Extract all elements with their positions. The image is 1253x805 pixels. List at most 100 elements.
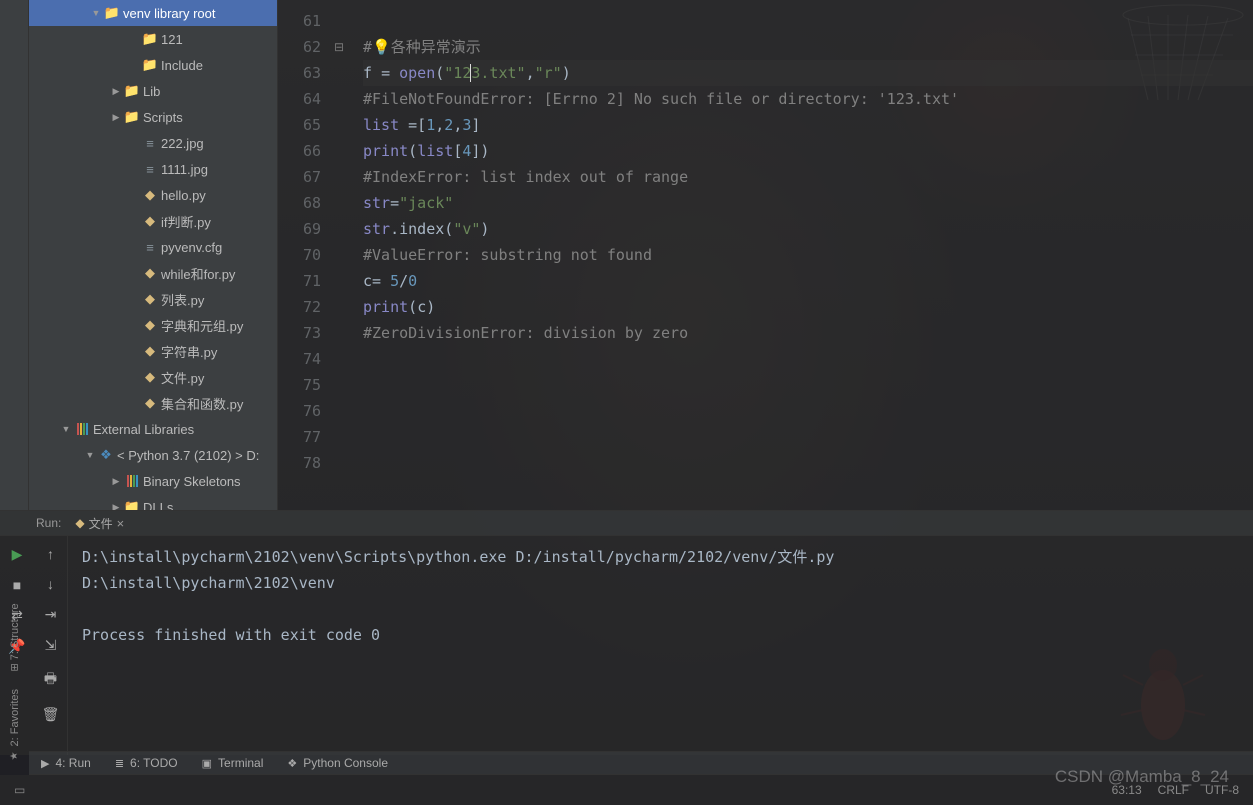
- tree-item-label: Binary Skeletons: [141, 474, 241, 489]
- project-tree[interactable]: ▼📁venv library root📁121📁Include▶📁Lib▶📁Sc…: [29, 0, 278, 510]
- tree-item[interactable]: ◆文件.py: [29, 364, 277, 390]
- tree-item-label: venv library root: [121, 6, 215, 21]
- tree-item[interactable]: ◆集合和函数.py: [29, 390, 277, 416]
- run-tab[interactable]: ◆ 文件 ×: [69, 513, 130, 534]
- tree-item[interactable]: ▶📁Scripts: [29, 104, 277, 130]
- python-file-icon: ◆: [75, 516, 84, 530]
- file-encoding[interactable]: UTF-8: [1205, 783, 1239, 797]
- wrap-icon[interactable]: ⇥: [45, 606, 57, 623]
- folder-icon: 📁: [123, 109, 141, 125]
- stop-icon[interactable]: ■: [13, 577, 21, 593]
- folder-icon: 📁: [123, 83, 141, 99]
- intention-bulb-icon[interactable]: 💡: [372, 38, 391, 56]
- tree-item-label: Include: [159, 58, 203, 73]
- tree-item-label: 121: [159, 32, 183, 47]
- expand-arrow-icon[interactable]: ▼: [89, 8, 103, 18]
- tree-item[interactable]: ▶📁DLLs: [29, 494, 277, 510]
- fold-gutter[interactable]: ⊟: [333, 0, 363, 510]
- tree-item-label: pyvenv.cfg: [159, 240, 222, 255]
- close-icon[interactable]: ×: [117, 516, 125, 531]
- up-icon[interactable]: ↑: [47, 546, 54, 562]
- print-icon[interactable]: 🖶: [44, 668, 57, 692]
- folder-icon: 📁: [123, 499, 141, 510]
- file-icon: ≡: [141, 240, 159, 255]
- run-tool-window: Run: ◆ 文件 × ▶ ■ ⇄ 📌 ↑ ↓ ⇥ ⇲ 🖶 🗑 D:\insta…: [0, 510, 1253, 755]
- tree-item[interactable]: ◆while和for.py: [29, 260, 277, 286]
- todo-tab-button[interactable]: ≣ 6: TODO: [115, 756, 178, 770]
- tree-item[interactable]: 📁Include: [29, 52, 277, 78]
- tree-item[interactable]: ◆hello.py: [29, 182, 277, 208]
- expand-arrow-icon[interactable]: ▼: [83, 450, 97, 460]
- tree-item[interactable]: ▼❖< Python 3.7 (2102) > D:: [29, 442, 277, 468]
- star-icon: ★: [9, 750, 20, 761]
- left-gutter-sidebar: [0, 0, 29, 510]
- python-file-icon: ◆: [141, 291, 159, 307]
- tree-item-label: 222.jpg: [159, 136, 204, 151]
- expand-arrow-icon[interactable]: ▼: [59, 424, 73, 434]
- tree-item[interactable]: ▼📁venv library root: [29, 0, 277, 26]
- fold-start-icon[interactable]: ⊟: [333, 34, 345, 60]
- expand-arrow-icon[interactable]: ▶: [109, 86, 123, 97]
- down-icon[interactable]: ↓: [47, 576, 54, 592]
- tree-item-label: while和for.py: [159, 264, 235, 283]
- bottom-tool-tabs: ▶ 4: Run ≣ 6: TODO ▣ Terminal ❖ Python C…: [29, 751, 1253, 775]
- folder-icon: 📁: [103, 5, 121, 21]
- tree-item-label: Lib: [141, 84, 160, 99]
- file-icon: ≡: [141, 136, 159, 151]
- tree-item[interactable]: ◆if判断.py: [29, 208, 277, 234]
- tree-item[interactable]: ◆列表.py: [29, 286, 277, 312]
- tree-item[interactable]: ◆字符串.py: [29, 338, 277, 364]
- tree-item-label: 列表.py: [159, 290, 204, 309]
- tree-item-label: if判断.py: [159, 212, 211, 231]
- tree-item-label: 字典和元组.py: [159, 316, 243, 335]
- tree-item-label: 文件.py: [159, 368, 204, 387]
- console-output[interactable]: D:\install\pycharm\2102\venv\Scripts\pyt…: [68, 536, 1253, 755]
- tree-item[interactable]: ▶📁Lib: [29, 78, 277, 104]
- run-title: Run:: [36, 516, 61, 530]
- code-content[interactable]: #💡各种异常演示f = open("123.txt","r")#FileNotF…: [363, 0, 1253, 510]
- python-file-icon: ◆: [141, 369, 159, 385]
- line-number-gutter: 616263646566676869707172737475767778: [278, 0, 333, 510]
- expand-arrow-icon[interactable]: ▶: [109, 112, 123, 123]
- list-icon: ≣: [115, 757, 124, 770]
- terminal-tab-button[interactable]: ▣ Terminal: [202, 756, 264, 770]
- expand-arrow-icon[interactable]: ▶: [109, 502, 123, 511]
- rerun-icon[interactable]: ▶: [12, 546, 23, 563]
- tree-item[interactable]: ≡1111.jpg: [29, 156, 277, 182]
- tree-item[interactable]: 📁121: [29, 26, 277, 52]
- trash-icon[interactable]: 🗑: [42, 706, 60, 723]
- tree-item-label: 字符串.py: [159, 342, 217, 361]
- python-file-icon: ◆: [141, 317, 159, 333]
- python-console-tab-button[interactable]: ❖ Python Console: [287, 756, 388, 770]
- tree-item[interactable]: ▼ External Libraries: [29, 416, 277, 442]
- python-icon: ❖: [287, 757, 297, 770]
- terminal-icon: ▣: [202, 757, 212, 770]
- scroll-icon[interactable]: ⇲: [45, 637, 57, 654]
- status-bar: ▭ 63:13 CRLF UTF-8: [0, 775, 1253, 805]
- python-icon: ❖: [97, 447, 115, 463]
- favorites-tool-tab[interactable]: ★ 2: Favorites: [7, 683, 23, 767]
- library-icon: [73, 423, 91, 435]
- tree-item-label: External Libraries: [91, 422, 194, 437]
- cursor-position[interactable]: 63:13: [1112, 783, 1142, 797]
- tree-item-label: < Python 3.7 (2102) > D:: [115, 448, 259, 463]
- run-tab-label: 文件: [89, 515, 113, 532]
- python-file-icon: ◆: [141, 265, 159, 281]
- code-editor[interactable]: 616263646566676869707172737475767778 ⊟ #…: [278, 0, 1253, 510]
- structure-tool-tab[interactable]: ⊞ 7: Structure: [7, 597, 23, 678]
- python-file-icon: ◆: [141, 343, 159, 359]
- play-icon: ▶: [41, 757, 49, 770]
- structure-icon: ⊞: [10, 663, 18, 674]
- python-file-icon: ◆: [141, 213, 159, 229]
- tree-item[interactable]: ≡pyvenv.cfg: [29, 234, 277, 260]
- expand-arrow-icon[interactable]: ▶: [109, 476, 123, 487]
- file-icon: ≡: [141, 162, 159, 177]
- line-separator[interactable]: CRLF: [1158, 783, 1189, 797]
- tree-item-label: 1111.jpg: [159, 162, 208, 177]
- run-tab-button[interactable]: ▶ 4: Run: [41, 756, 91, 770]
- tree-item-label: 集合和函数.py: [159, 394, 243, 413]
- tree-item[interactable]: ◆字典和元组.py: [29, 312, 277, 338]
- tree-item[interactable]: ≡222.jpg: [29, 130, 277, 156]
- tree-item[interactable]: ▶ Binary Skeletons: [29, 468, 277, 494]
- run-toolbar-right: ↑ ↓ ⇥ ⇲ 🖶 🗑: [34, 536, 68, 755]
